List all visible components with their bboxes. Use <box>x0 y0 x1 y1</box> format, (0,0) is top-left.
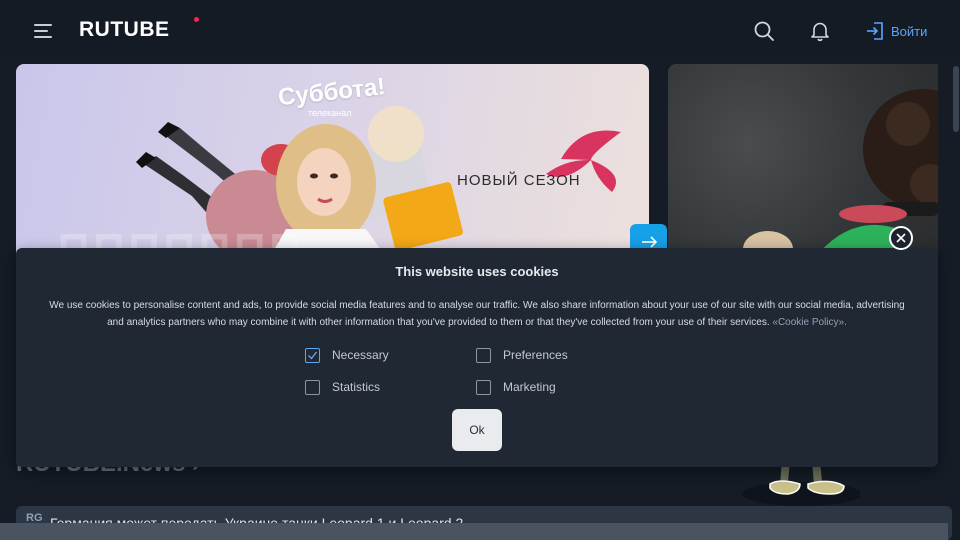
checkbox-marketing[interactable]: Marketing <box>476 379 556 395</box>
logo-dot <box>194 17 199 22</box>
checkbox-box[interactable] <box>305 347 320 363</box>
search-icon[interactable] <box>753 20 775 42</box>
cookie-description: We use cookies to personalise content an… <box>49 300 905 328</box>
cookie-consent-dialog: This website uses cookies We use cookies… <box>16 248 938 467</box>
login-button[interactable]: Войти <box>865 20 927 42</box>
checkbox-necessary[interactable]: Necessary <box>305 347 389 363</box>
promo-banner-subbota[interactable]: ▯▯▯▯▯▯▯ Суббота! телеканал НОВЫЙ СЕЗОН <box>16 64 649 264</box>
checkbox-box[interactable] <box>476 379 491 395</box>
checkbox-label: Preferences <box>503 348 568 362</box>
checkbox-box[interactable] <box>476 347 491 363</box>
rutube-logo[interactable]: RUTUBE <box>79 18 170 42</box>
login-label: Войти <box>891 23 928 39</box>
cookie-close-button[interactable] <box>889 226 913 250</box>
promo-subtitle: телеканал <box>308 108 352 118</box>
checkbox-preferences[interactable]: Preferences <box>476 347 568 363</box>
checkbox-box[interactable] <box>305 379 320 395</box>
cookie-policy-link[interactable]: «Cookie Policy». <box>772 317 846 328</box>
close-icon <box>896 233 906 243</box>
page-scrollbar-thumb[interactable] <box>953 66 959 132</box>
hamburger-menu-icon[interactable] <box>34 24 52 38</box>
promo-season: НОВЫЙ СЕЗОН <box>457 172 581 189</box>
header: RUTUBE Войти <box>0 0 960 62</box>
checkbox-label: Necessary <box>332 348 389 362</box>
cookie-title: This website uses cookies <box>395 264 559 279</box>
checkbox-label: Statistics <box>332 380 381 394</box>
cookie-ok-button[interactable]: Ok <box>452 409 502 451</box>
bottom-strip <box>0 523 948 540</box>
checkbox-statistics[interactable]: Statistics <box>305 379 380 395</box>
checkbox-label: Marketing <box>503 380 556 394</box>
bell-icon[interactable] <box>809 20 831 42</box>
checkmark-icon <box>308 351 318 360</box>
login-icon <box>867 22 883 40</box>
